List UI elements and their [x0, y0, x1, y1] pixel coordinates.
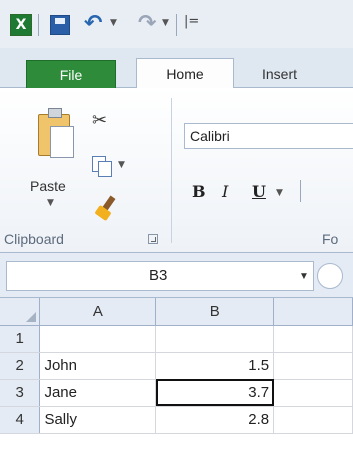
- cell-a2[interactable]: John: [39, 352, 157, 380]
- row-header[interactable]: 2: [0, 352, 41, 380]
- clipboard-group-label: Clipboard: [4, 231, 64, 247]
- quick-access-toolbar: X ↶ ▼ ↷ ▼ |=: [0, 0, 353, 48]
- cell-a3[interactable]: Jane: [39, 379, 157, 407]
- font-group-label: Fo: [322, 231, 339, 247]
- formula-bar: B3 ▼: [0, 253, 353, 298]
- toolbar-separator: [38, 14, 39, 36]
- cell-a4[interactable]: Sally: [39, 406, 157, 434]
- cell-a1[interactable]: [39, 325, 157, 353]
- group-divider: [171, 98, 172, 243]
- excel-logo-icon[interactable]: X: [10, 14, 32, 36]
- paste-button[interactable]: Paste: [30, 178, 66, 194]
- italic-button[interactable]: I: [222, 182, 228, 201]
- undo-icon[interactable]: ↶: [84, 11, 102, 36]
- row-header[interactable]: 3: [0, 379, 41, 407]
- cell-c3[interactable]: [273, 379, 353, 407]
- row-header[interactable]: 1: [0, 325, 41, 353]
- font-name-box[interactable]: Calibri: [184, 123, 353, 149]
- row-header[interactable]: 4: [0, 406, 41, 434]
- name-box-value: B3: [149, 267, 168, 284]
- column-header-c[interactable]: [273, 298, 353, 326]
- copy-icon[interactable]: [92, 156, 114, 178]
- undo-dropdown-icon[interactable]: ▼: [110, 18, 117, 28]
- cell-c2[interactable]: [273, 352, 353, 380]
- underline-button[interactable]: U: [252, 182, 266, 201]
- worksheet-grid: A B 1 2 John 1.5 3 Jane 3.7 4 Sally 2.8: [0, 298, 353, 468]
- toolbar-separator: [300, 180, 301, 202]
- cell-c4[interactable]: [273, 406, 353, 434]
- dialog-launcher-icon[interactable]: [148, 234, 158, 244]
- column-header-a[interactable]: A: [39, 298, 157, 326]
- paste-icon[interactable]: [38, 108, 76, 160]
- formula-circle-icon[interactable]: [317, 263, 343, 289]
- redo-icon[interactable]: ↷: [138, 11, 156, 36]
- save-icon[interactable]: [50, 15, 70, 35]
- format-painter-icon[interactable]: [94, 195, 118, 222]
- customize-qat-icon[interactable]: |=: [184, 14, 199, 29]
- copy-dropdown-icon[interactable]: ▼: [118, 160, 125, 170]
- select-all-corner[interactable]: [0, 298, 41, 326]
- paste-dropdown-icon[interactable]: ▼: [47, 198, 54, 208]
- bold-button[interactable]: B: [192, 182, 206, 201]
- cell-c1[interactable]: [273, 325, 353, 353]
- cell-b1[interactable]: [155, 325, 275, 353]
- chevron-down-icon[interactable]: ▼: [299, 263, 309, 291]
- cell-b2[interactable]: 1.5: [155, 352, 275, 380]
- name-box[interactable]: B3 ▼: [6, 261, 314, 291]
- toolbar-separator: [176, 14, 177, 36]
- cell-b4[interactable]: 2.8: [155, 406, 275, 434]
- cell-b3-selected[interactable]: 3.7: [155, 379, 275, 407]
- underline-dropdown-icon[interactable]: ▼: [276, 188, 283, 198]
- cut-icon[interactable]: ✂: [92, 110, 107, 131]
- ribbon-tabs: File Home Insert: [0, 48, 353, 90]
- redo-dropdown-icon[interactable]: ▼: [162, 18, 169, 28]
- tab-home[interactable]: Home: [136, 58, 234, 89]
- tab-insert[interactable]: Insert: [262, 66, 297, 82]
- ribbon-home: Paste ▼ ✂ ▼ Clipboard Calibri B I U ▼ Fo: [0, 88, 353, 253]
- tab-file[interactable]: File: [26, 60, 116, 90]
- column-header-b[interactable]: B: [155, 298, 275, 326]
